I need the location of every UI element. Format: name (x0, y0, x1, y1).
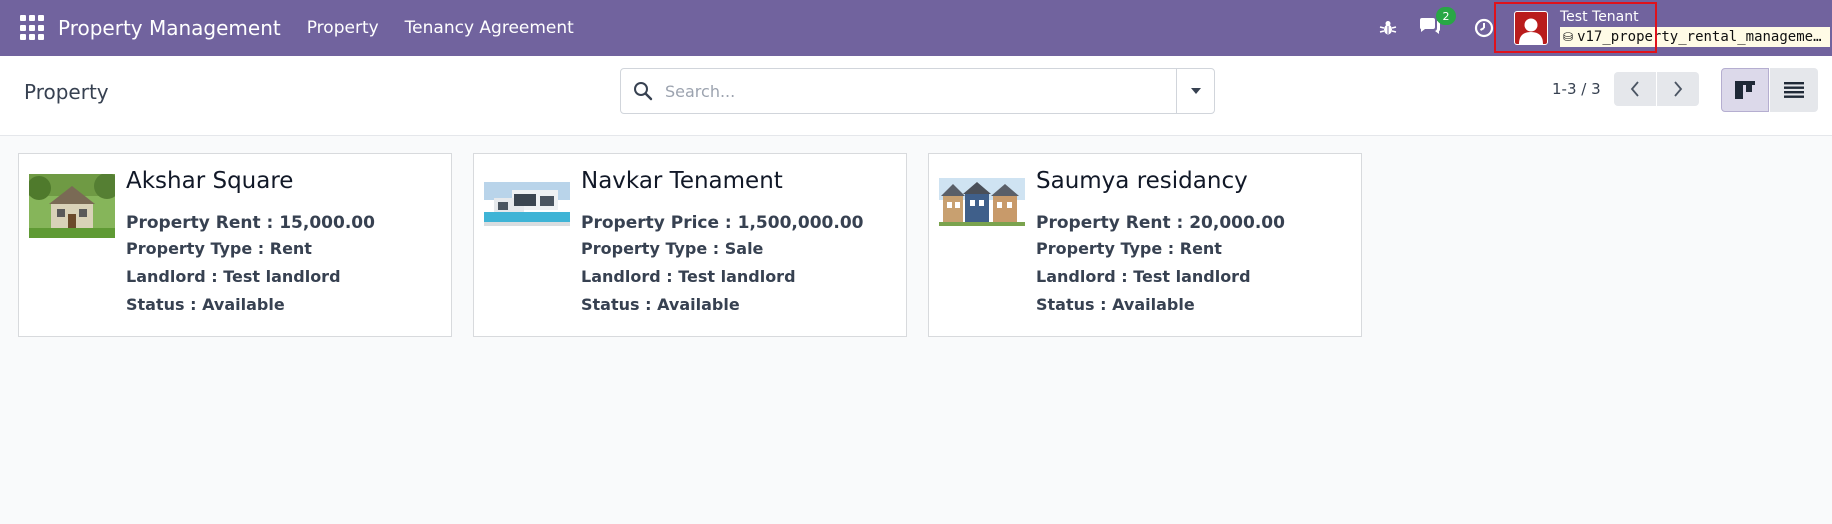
property-status: Status : Available (581, 295, 740, 314)
property-landlord: Landlord : Test landlord (581, 267, 796, 286)
property-price: Property Price : 1,500,000.00 (581, 213, 864, 233)
kanban-icon (1735, 81, 1755, 99)
property-type: Property Type : Rent (1036, 239, 1222, 258)
kanban-view-button[interactable] (1721, 68, 1769, 112)
app-name[interactable]: Property Management (58, 16, 281, 40)
database-icon: ⛁ (1563, 30, 1574, 44)
top-navbar: Property Management Property Tenancy Agr… (0, 0, 1832, 56)
search-input[interactable] (665, 71, 1176, 111)
database-name: ⛁ v17_property_rental_management (1560, 27, 1830, 47)
navbar-systray: 2 Test Tenant ⛁ v17_property_rental_mana… (1376, 0, 1832, 56)
database-name-label: v17_property_rental_management (1577, 29, 1827, 45)
page-title: Property (24, 80, 109, 104)
apps-grid-icon[interactable] (20, 15, 46, 41)
property-image (484, 174, 570, 238)
list-icon (1784, 82, 1804, 98)
menu-property[interactable]: Property (307, 18, 379, 38)
property-price: Property Rent : 20,000.00 (1036, 213, 1285, 233)
property-name: Akshar Square (126, 168, 294, 194)
property-status: Status : Available (126, 295, 285, 314)
property-type: Property Type : Rent (126, 239, 312, 258)
search-icon[interactable] (621, 69, 665, 113)
user-menu[interactable]: Test Tenant ⛁ v17_property_rental_manage… (1506, 0, 1832, 56)
property-card[interactable]: Akshar Square Property Rent : 15,000.00 … (18, 153, 452, 337)
property-card[interactable]: Navkar Tenament Property Price : 1,500,0… (473, 153, 907, 337)
pager-previous-button[interactable] (1614, 72, 1656, 106)
messages-count-badge: 2 (1436, 7, 1456, 25)
property-name: Navkar Tenament (581, 168, 783, 194)
bug-icon[interactable] (1376, 16, 1400, 40)
property-image (29, 174, 115, 238)
caret-down-icon (1190, 88, 1201, 94)
pager-next-button[interactable] (1657, 72, 1699, 106)
property-name: Saumya residancy (1036, 168, 1248, 194)
property-image (939, 174, 1025, 238)
control-panel: Property 1-3 / 3 (0, 56, 1832, 136)
list-view-button[interactable] (1770, 68, 1818, 112)
chevron-left-icon (1630, 81, 1639, 97)
property-landlord: Landlord : Test landlord (1036, 267, 1251, 286)
property-price: Property Rent : 15,000.00 (126, 213, 375, 233)
property-landlord: Landlord : Test landlord (126, 267, 341, 286)
user-avatar-icon (1514, 11, 1548, 45)
property-type: Property Type : Sale (581, 239, 764, 258)
chevron-right-icon (1674, 81, 1683, 97)
property-status: Status : Available (1036, 295, 1195, 314)
property-card[interactable]: Saumya residancy Property Rent : 20,000.… (928, 153, 1362, 337)
search-bar (620, 68, 1215, 114)
menu-tenancy-agreement[interactable]: Tenancy Agreement (405, 18, 574, 38)
clock-icon[interactable] (1472, 16, 1496, 40)
pager-value[interactable]: 1-3 / 3 (1552, 80, 1601, 98)
search-options-toggle[interactable] (1176, 69, 1214, 113)
user-name: Test Tenant (1560, 9, 1639, 25)
chat-icon[interactable]: 2 (1418, 7, 1456, 40)
